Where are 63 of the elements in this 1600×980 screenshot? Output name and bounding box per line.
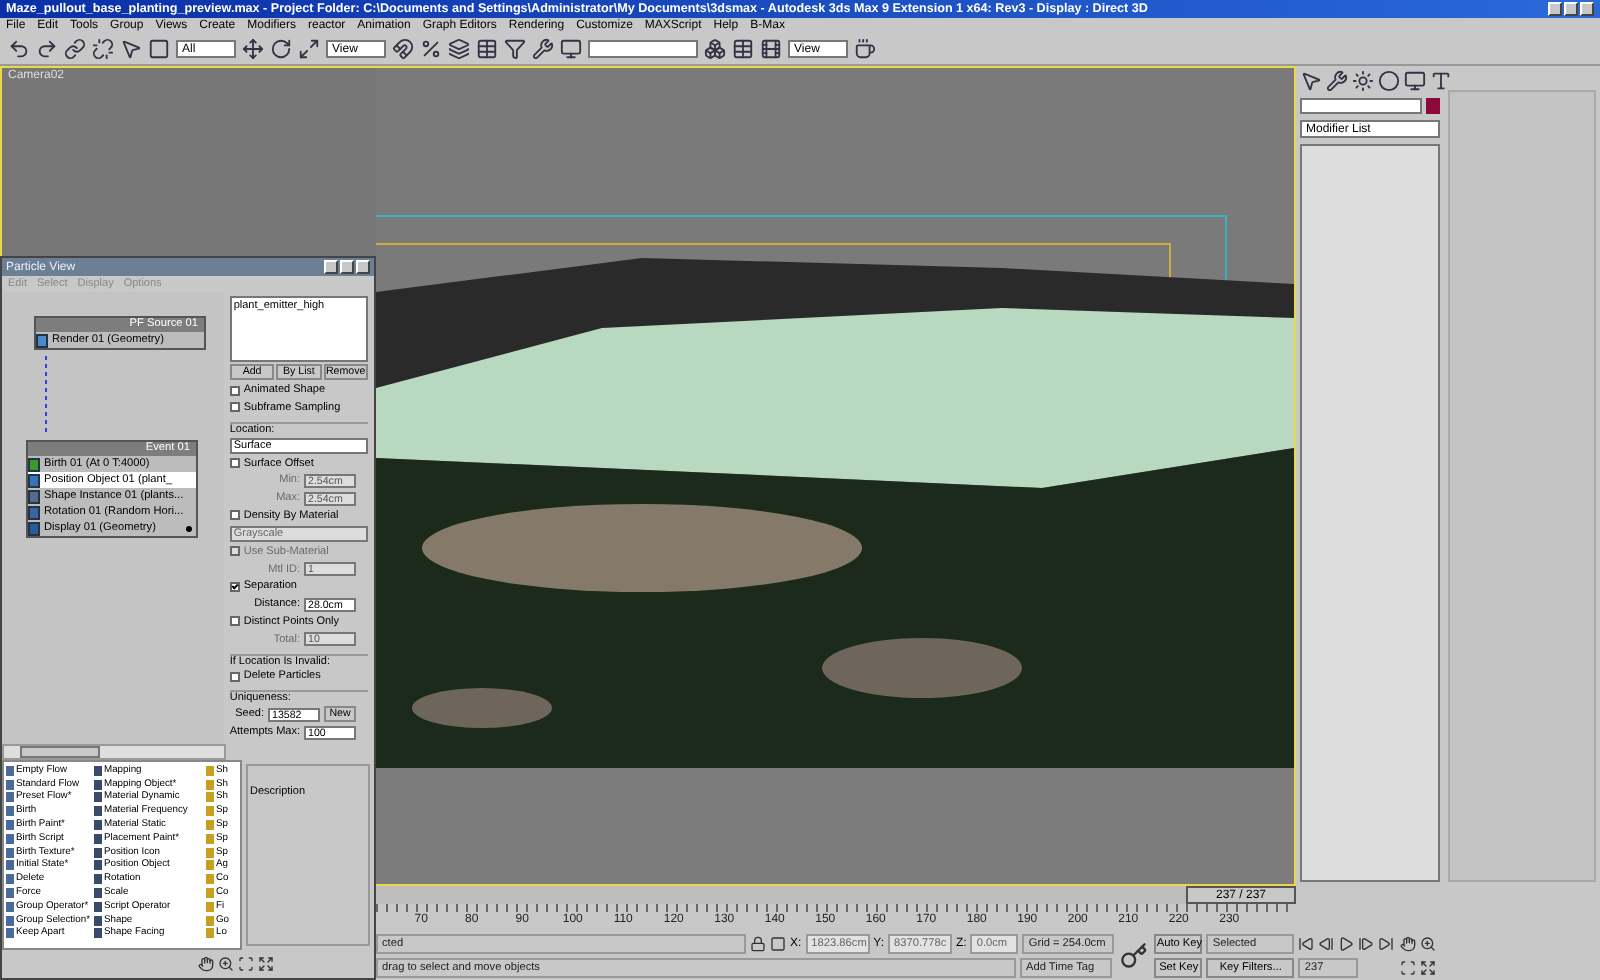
percent-icon[interactable] (420, 38, 442, 60)
scrollbar[interactable] (2, 744, 226, 760)
monitor-icon[interactable] (1404, 70, 1426, 92)
checkbox[interactable] (229, 616, 240, 627)
play-icon[interactable] (1338, 935, 1355, 951)
close-button[interactable] (1580, 2, 1594, 16)
depot-list[interactable] (2, 760, 242, 950)
layers-icon[interactable] (448, 38, 470, 60)
magnet-icon[interactable] (392, 38, 414, 60)
skip-forward-icon[interactable] (1378, 935, 1395, 951)
minimize-button[interactable] (1548, 2, 1562, 16)
checkbox[interactable] (229, 458, 240, 469)
sun-icon[interactable] (1352, 70, 1374, 92)
skip-back-icon[interactable] (1298, 935, 1315, 951)
cup-icon[interactable] (854, 38, 876, 60)
checkbox[interactable] (229, 402, 240, 413)
zoom-icon[interactable] (218, 956, 234, 972)
square-icon[interactable] (148, 38, 170, 60)
color-swatch[interactable] (1426, 98, 1440, 114)
modifier-stack[interactable] (1300, 144, 1440, 882)
monitor-icon[interactable] (560, 38, 582, 60)
name-field[interactable] (1300, 98, 1422, 114)
scan-icon[interactable] (1400, 959, 1417, 975)
checkbox[interactable] (229, 581, 240, 592)
step-forward-icon[interactable] (1358, 935, 1375, 951)
table-icon[interactable] (732, 38, 754, 60)
rotate-icon[interactable] (270, 38, 292, 60)
scale-icon[interactable] (298, 38, 320, 60)
unlink-icon[interactable] (92, 38, 114, 60)
expand-icon[interactable] (258, 956, 274, 972)
hand-icon[interactable] (198, 956, 214, 972)
checkbox[interactable] (229, 510, 240, 521)
lock-icon[interactable] (750, 935, 766, 951)
redo-icon[interactable] (36, 38, 58, 60)
scan-icon[interactable] (238, 956, 254, 972)
cursor-icon[interactable] (1300, 70, 1322, 92)
maximize-button[interactable] (340, 260, 354, 274)
circle-icon[interactable] (1378, 70, 1400, 92)
filter-icon[interactable] (504, 38, 526, 60)
checkbox[interactable] (229, 385, 240, 396)
hand-icon[interactable] (1400, 935, 1417, 951)
dot-icon (186, 525, 192, 531)
checkbox[interactable] (229, 671, 240, 682)
maximize-button[interactable] (1564, 2, 1578, 16)
key-icon[interactable] (1120, 941, 1149, 969)
named-selection-field[interactable] (588, 40, 698, 58)
cursor-icon[interactable] (120, 38, 142, 60)
operator-icon (36, 333, 48, 347)
wrench-icon[interactable] (532, 38, 554, 60)
text-icon[interactable] (1430, 70, 1452, 92)
boxes-icon[interactable] (704, 38, 726, 60)
expand-icon[interactable] (1420, 959, 1437, 975)
move-icon[interactable] (242, 38, 264, 60)
undo-icon[interactable] (8, 38, 30, 60)
film-icon[interactable] (760, 38, 782, 60)
link-icon[interactable] (64, 38, 86, 60)
step-back-icon[interactable] (1318, 935, 1335, 951)
wrench-icon[interactable] (1326, 70, 1348, 92)
table-icon[interactable] (476, 38, 498, 60)
square-icon[interactable] (770, 935, 786, 951)
zoom-icon[interactable] (1420, 935, 1437, 951)
minimize-button[interactable] (324, 260, 338, 274)
close-button[interactable] (356, 260, 370, 274)
